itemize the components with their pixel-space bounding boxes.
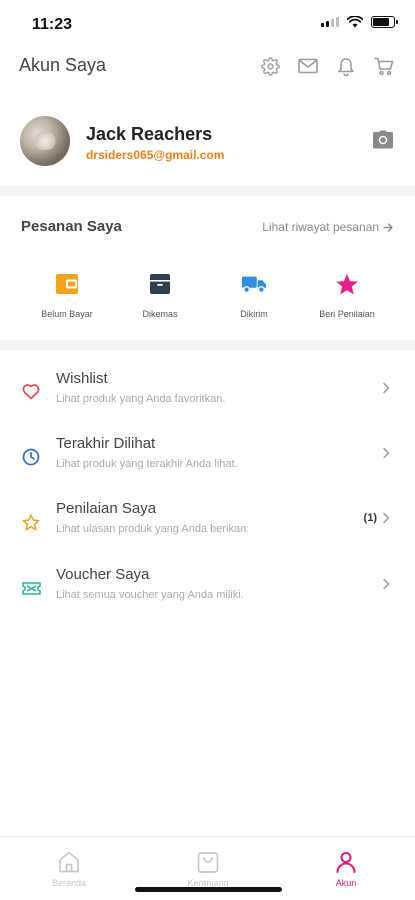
menu-item-subtitle: Lihat produk yang terakhir Anda lihat.: [56, 458, 238, 470]
section-divider: [0, 186, 415, 196]
orders-title: Pesanan Saya: [21, 218, 122, 235]
menu-item-title: Terakhir Dilihat: [56, 435, 156, 452]
section-divider: [0, 340, 415, 350]
order-status-label: Dikirim: [240, 309, 268, 319]
nav-item-cart[interactable]: Keranjang: [168, 849, 248, 888]
mail-icon[interactable]: [297, 55, 319, 77]
camera-icon[interactable]: [372, 130, 394, 150]
profile-name: Jack Reachers: [86, 124, 213, 144]
ticket-icon: [21, 578, 41, 598]
menu-item-title: Wishlist: [56, 370, 108, 387]
star-outline-icon: [21, 512, 41, 532]
order-status-label: Dikemas: [142, 309, 178, 319]
nav-item-label: Beranda: [51, 878, 87, 888]
avatar[interactable]: [20, 116, 70, 166]
battery-icon: [371, 16, 398, 28]
review-count-badge: (1): [363, 512, 377, 524]
menu-item-recently-viewed[interactable]: Terakhir Dilihat Lihat produk yang terak…: [0, 435, 415, 491]
order-status-review[interactable]: Beri Penilaian: [307, 272, 387, 319]
order-status-packed[interactable]: Dikemas: [120, 272, 200, 319]
profile-section[interactable]: Jack Reachers drsiders065@gmail.com: [0, 110, 415, 176]
chevron-right-icon: [383, 382, 390, 394]
page-title: Akun Saya: [19, 55, 107, 75]
nav-item-label: Akun: [335, 878, 357, 888]
cart-icon[interactable]: [373, 55, 395, 77]
order-history-link[interactable]: Lihat riwayat pesanan: [262, 220, 393, 234]
gear-icon[interactable]: [259, 55, 281, 77]
bell-icon[interactable]: [335, 55, 357, 77]
menu-item-subtitle: Lihat produk yang Anda favoritkan.: [56, 393, 226, 405]
order-status-label: Beri Penilaian: [319, 309, 375, 319]
menu-item-title: Penilaian Saya: [56, 500, 157, 517]
bag-icon: [195, 849, 221, 875]
order-status-shipped[interactable]: Dikirim: [214, 272, 294, 319]
order-status-label: Belum Bayar: [41, 309, 93, 319]
menu-item-subtitle: Lihat semua voucher yang Anda miliki.: [56, 589, 244, 601]
menu-item-subtitle: Lihat ulasan produk yang Anda berikan.: [56, 523, 250, 535]
header-actions: [259, 55, 395, 77]
wallet-icon: [54, 272, 80, 296]
chevron-right-icon: [383, 447, 390, 459]
order-status-unpaid[interactable]: Belum Bayar: [27, 272, 107, 319]
clock-icon: [21, 447, 41, 467]
nav-item-home[interactable]: Beranda: [29, 849, 109, 888]
star-icon: [334, 272, 360, 296]
app-header: Akun Saya: [0, 48, 415, 88]
chevron-right-icon: [383, 578, 390, 590]
user-icon: [333, 849, 359, 875]
box-icon: [147, 272, 173, 296]
heart-icon: [21, 382, 41, 402]
signal-icon: [321, 17, 339, 27]
chevron-right-icon: [383, 512, 390, 524]
menu-item-title: Voucher Saya: [56, 566, 150, 583]
arrow-right-icon: [383, 222, 393, 232]
home-indicator: [135, 887, 282, 892]
status-bar: 11:23: [0, 0, 415, 48]
wifi-icon: [347, 16, 363, 28]
menu-item-wishlist[interactable]: Wishlist Lihat produk yang Anda favoritk…: [0, 370, 415, 426]
home-icon: [56, 849, 82, 875]
order-history-label: Lihat riwayat pesanan: [262, 220, 379, 234]
status-icons: [321, 16, 398, 28]
profile-email: drsiders065@gmail.com: [86, 148, 225, 162]
menu-item-my-reviews[interactable]: Penilaian Saya Lihat ulasan produk yang …: [0, 500, 415, 556]
menu-item-vouchers[interactable]: Voucher Saya Lihat semua voucher yang An…: [0, 566, 415, 622]
nav-item-account[interactable]: Akun: [306, 849, 386, 888]
truck-icon: [241, 272, 267, 296]
status-time: 11:23: [32, 16, 73, 33]
